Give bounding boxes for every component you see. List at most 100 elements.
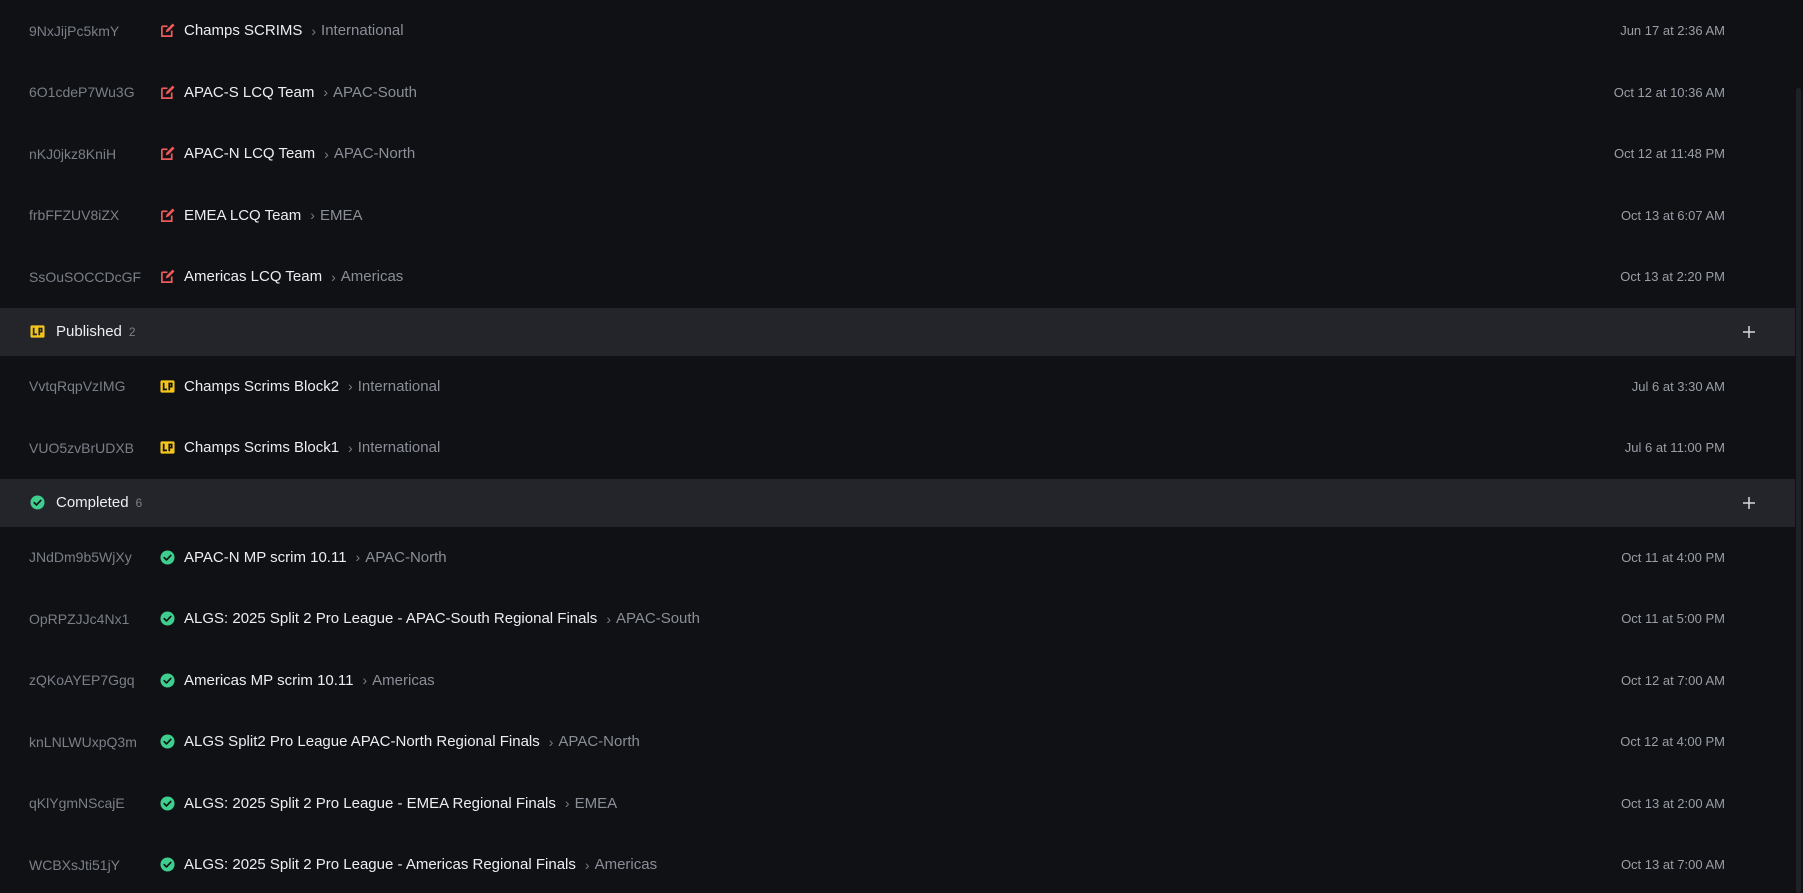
plus-icon[interactable] <box>1738 321 1760 343</box>
group-header-completed[interactable]: Completed 6 <box>0 478 1795 527</box>
list-item[interactable]: knLNLWUxpQ3m ALGS Split2 Pro League APAC… <box>0 711 1795 773</box>
list-item[interactable]: 6O1cdeP7Wu3G APAC-S LCQ Team › APAC-South … <box>0 62 1795 124</box>
item-date: Oct 11 at 5:00 PM <box>1621 611 1725 627</box>
item-name: Champs Scrims Block1 <box>184 439 340 457</box>
list-item[interactable]: WCBXsJti51jY ALGS: 2025 Split 2 Pro Leag… <box>0 834 1795 893</box>
item-region: EMEA <box>574 794 618 812</box>
item-region: Americas <box>372 671 435 689</box>
item-region: Americas <box>594 856 658 874</box>
item-id: frbFFZUV8iZX <box>29 207 120 224</box>
scrollbar-thumb[interactable] <box>1796 88 1801 893</box>
item-date: Jul 6 at 11:00 PM <box>1624 440 1725 456</box>
plus-icon[interactable] <box>1738 492 1760 514</box>
chevron-right-icon: › <box>311 22 317 39</box>
check-circle-icon <box>159 734 175 750</box>
list-item[interactable]: VvtqRqpVzIMG Champs Scrims Block2 › Intern… <box>0 356 1795 418</box>
item-id: SsOuSOCCDcGF <box>29 268 142 285</box>
check-circle-icon <box>159 672 175 688</box>
item-region: APAC-South <box>615 610 700 628</box>
chevron-right-icon: › <box>324 145 329 162</box>
item-name: Champs SCRIMS <box>184 22 303 40</box>
edit-icon <box>159 207 175 223</box>
group-header-published[interactable]: Published 2 <box>0 307 1795 356</box>
list-item[interactable]: qKlYgmNScajE ALGS: 2025 Split 2 Pro Leag… <box>0 773 1795 835</box>
group-label: Completed <box>56 494 129 511</box>
item-name: ALGS: 2025 Split 2 Pro League - EMEA Reg… <box>184 794 556 812</box>
published-icon <box>29 324 45 340</box>
item-name: EMEA LCQ Team <box>184 206 302 224</box>
item-name: Americas MP scrim 10.11 <box>184 671 354 689</box>
chevron-right-icon: › <box>348 439 353 456</box>
check-circle-icon <box>29 495 45 511</box>
chevron-right-icon: › <box>323 84 328 101</box>
scrollbar[interactable] <box>1795 0 1803 893</box>
item-date: Oct 13 at 2:20 PM <box>1620 269 1725 285</box>
list-item[interactable]: OpRPZJJc4Nx1 ALGS: 2025 Split 2 Pro Leag… <box>0 588 1795 650</box>
item-name: APAC-N MP scrim 10.11 <box>184 548 347 566</box>
item-id: VvtqRqpVzIMG <box>29 378 126 395</box>
chevron-right-icon: › <box>355 549 361 566</box>
published-icon <box>159 378 175 394</box>
item-name: ALGS Split2 Pro League APAC-North Region… <box>184 733 540 751</box>
item-region: APAC-North <box>365 548 447 566</box>
item-date: Jun 17 at 2:36 AM <box>1620 23 1725 39</box>
item-region: APAC-South <box>333 83 417 101</box>
item-id: nKJ0jkz8KniH <box>29 145 117 162</box>
item-date: Oct 13 at 7:00 AM <box>1620 857 1725 873</box>
item-id: WCBXsJti51jY <box>29 856 121 873</box>
item-name: APAC-S LCQ Team <box>184 83 315 101</box>
item-id: knLNLWUxpQ3m <box>29 733 137 750</box>
check-circle-icon <box>159 795 175 811</box>
item-region: International <box>321 22 404 40</box>
chevron-right-icon: › <box>606 610 611 627</box>
list-item[interactable]: frbFFZUV8iZX EMEA LCQ Team › EMEA Oct 13 a… <box>0 185 1795 247</box>
group-count: 2 <box>128 325 136 339</box>
edit-icon <box>159 146 175 162</box>
edit-icon <box>159 23 175 39</box>
item-id: OpRPZJJc4Nx1 <box>29 610 130 627</box>
group-count: 6 <box>135 496 143 510</box>
chevron-right-icon: › <box>548 733 554 750</box>
list-item[interactable]: zQKoAYEP7Ggq Americas MP scrim 10.11 › Ame… <box>0 650 1795 712</box>
published-icon <box>159 440 175 456</box>
item-id: zQKoAYEP7Ggq <box>29 672 135 689</box>
item-id: VUO5zvBrUDXB <box>29 439 135 456</box>
list-item[interactable]: JNdDm9b5WjXy APAC-N MP scrim 10.11 › APAC-… <box>0 527 1795 589</box>
item-id: JNdDm9b5WjXy <box>29 549 132 566</box>
scrim-list: 9NxJijPc5kmY Champs SCRIMS › International… <box>0 0 1795 893</box>
item-date: Oct 12 at 7:00 AM <box>1620 672 1725 688</box>
item-date: Oct 12 at 10:36 AM <box>1613 84 1725 100</box>
chevron-right-icon: › <box>584 856 590 873</box>
list-item[interactable]: 9NxJijPc5kmY Champs SCRIMS › International… <box>0 0 1795 62</box>
item-id: 9NxJijPc5kmY <box>29 22 120 39</box>
scrim-list-page: 9NxJijPc5kmY Champs SCRIMS › International… <box>0 0 1803 893</box>
list-item[interactable]: nKJ0jkz8KniH APAC-N LCQ Team › APAC-North … <box>0 123 1795 185</box>
item-name: Champs Scrims Block2 <box>184 377 340 395</box>
item-region: EMEA <box>319 206 363 224</box>
list-item[interactable]: VUO5zvBrUDXB Champs Scrims Block1 › Intern… <box>0 417 1795 479</box>
item-date: Oct 12 at 11:48 PM <box>1613 146 1725 162</box>
chevron-right-icon: › <box>348 378 353 395</box>
chevron-right-icon: › <box>564 795 570 812</box>
item-name: ALGS: 2025 Split 2 Pro League - Americas… <box>184 856 576 874</box>
item-date: Oct 11 at 4:00 PM <box>1621 549 1725 565</box>
item-date: Oct 13 at 2:00 AM <box>1620 795 1725 811</box>
item-region: Americas <box>340 268 404 286</box>
item-region: International <box>357 439 441 457</box>
check-circle-icon <box>159 549 175 565</box>
item-region: International <box>357 377 441 395</box>
item-date: Jul 6 at 3:30 AM <box>1631 378 1725 394</box>
item-name: Americas LCQ Team <box>184 268 323 286</box>
edit-icon <box>159 269 175 285</box>
list-item[interactable]: SsOuSOCCDcGF Americas LCQ Team › Americas … <box>0 246 1795 308</box>
check-circle-icon <box>159 857 175 873</box>
item-date: Oct 13 at 6:07 AM <box>1620 207 1725 223</box>
item-id: 6O1cdeP7Wu3G <box>29 84 135 101</box>
item-region: APAC-North <box>333 145 416 163</box>
item-id: qKlYgmNScajE <box>29 795 125 812</box>
chevron-right-icon: › <box>362 672 368 689</box>
group-label: Published <box>56 323 122 340</box>
check-circle-icon <box>159 611 175 627</box>
item-region: APAC-North <box>558 733 640 751</box>
edit-icon <box>159 84 175 100</box>
